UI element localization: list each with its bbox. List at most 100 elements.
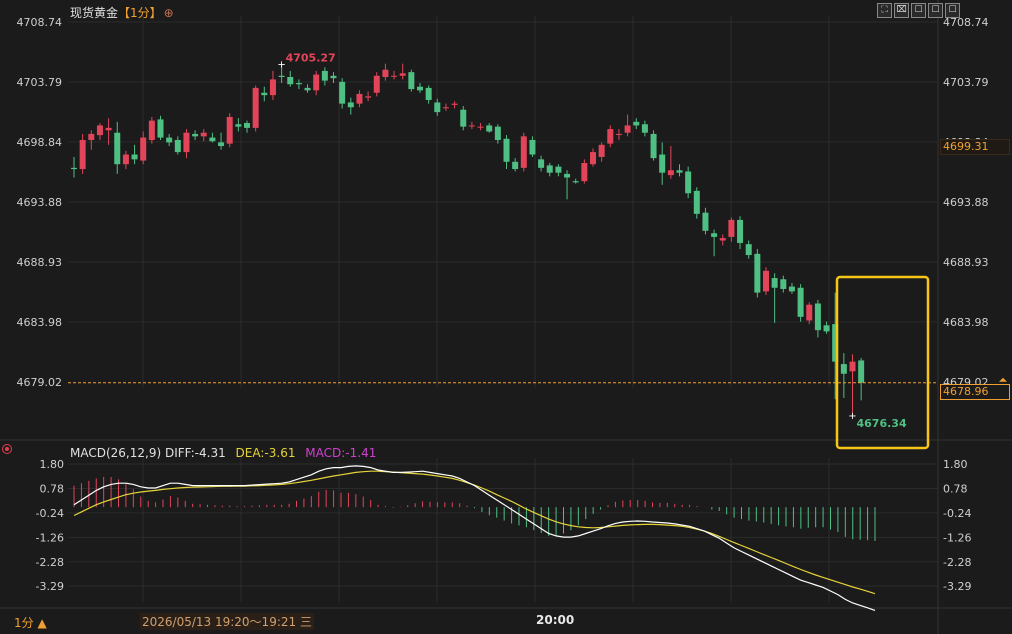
period-tag[interactable]: 【1分】: [118, 6, 162, 20]
candle-body: [425, 87, 432, 101]
candle-body: [287, 76, 294, 85]
candle-body: [218, 142, 225, 147]
period-selector[interactable]: 1分 ▲: [14, 614, 47, 631]
candle-body: [693, 190, 700, 214]
macd-axis-label-right: -3.29: [943, 580, 971, 593]
candle-body: [624, 125, 631, 133]
candle-body: [823, 325, 830, 332]
candle-body: [607, 129, 614, 144]
current-price-tag: 4699.31: [940, 139, 1010, 155]
candle-body: [157, 119, 164, 138]
candle-body: [460, 109, 467, 127]
candle-body: [71, 167, 77, 170]
candle-body: [771, 278, 778, 288]
macd-axis-label-right: 0.78: [943, 482, 968, 495]
candle-body: [512, 161, 519, 170]
candle-body: [96, 125, 103, 136]
restore-icon[interactable]: ☐: [928, 3, 943, 18]
time-axis-label: 20:00: [536, 613, 575, 627]
candle-body: [442, 107, 449, 109]
macd-select-radio-icon[interactable]: [2, 444, 12, 454]
candle-body: [797, 287, 804, 317]
candle-body: [417, 86, 423, 91]
window-icon[interactable]: ☐: [911, 3, 926, 18]
candle-body: [295, 83, 302, 85]
candle-body: [788, 286, 795, 292]
candle-body: [849, 361, 856, 372]
candle-body: [468, 125, 475, 127]
candle-body: [728, 219, 735, 237]
candle-body: [244, 123, 250, 128]
crosshair-icon[interactable]: ⌧: [894, 3, 909, 18]
candle-body: [304, 87, 311, 91]
dea-line: [73, 470, 876, 595]
add-indicator-icon[interactable]: ⊕: [164, 6, 174, 20]
macd-axis-label-right: -2.28: [943, 556, 971, 569]
dea-value: DEA:-3.61: [235, 446, 296, 460]
candle-body: [494, 126, 501, 140]
candle-body: [382, 69, 389, 77]
candle-body: [192, 133, 199, 137]
candle-body: [564, 173, 571, 178]
candle-body: [321, 70, 328, 81]
candle-body: [226, 116, 233, 144]
low-marker-plus: +: [848, 411, 856, 422]
macd-axis-label-left: -1.26: [36, 531, 64, 544]
candle-body: [555, 166, 562, 173]
price-axis-label-left: 4693.88: [17, 196, 63, 209]
macd-axis-label-right: -1.26: [943, 531, 971, 544]
price-axis-label-right: 4688.93: [943, 256, 989, 269]
candle-body: [114, 132, 121, 165]
macd-axis-label-left: 1.80: [40, 458, 65, 471]
candle-body: [261, 92, 268, 96]
last-price-arrow-icon: [999, 377, 1007, 382]
candle-body: [659, 154, 666, 173]
candle-body: [667, 170, 674, 176]
kline-chart: 4708.744708.744703.794703.794698.844698.…: [0, 0, 1012, 634]
fullscreen-icon[interactable]: ⛶: [877, 3, 892, 18]
candle-body: [711, 233, 718, 237]
instrument-name: 现货黄金: [70, 6, 119, 20]
candle-body: [356, 93, 363, 104]
candle-body: [166, 137, 173, 143]
candle-body: [598, 144, 605, 157]
close-icon[interactable]: ☐: [945, 3, 960, 18]
candle-body: [174, 139, 181, 153]
candle-body: [745, 244, 752, 256]
candle-body: [235, 124, 242, 127]
macd-axis-label-left: 0.78: [40, 482, 65, 495]
candle-body: [529, 139, 536, 155]
candle-body: [313, 74, 320, 91]
candle-body: [105, 127, 112, 131]
macd-axis-label-left: -2.28: [36, 556, 64, 569]
candle-body: [252, 87, 259, 128]
candle-body: [650, 133, 657, 159]
macd-header: MACD(26,12,9) DIFF:-4.31 DEA:-3.61 MACD:…: [70, 446, 376, 460]
price-axis-label-left: 4708.74: [17, 16, 63, 29]
last-price-tag: 4678.96: [940, 384, 1010, 400]
candle-body: [434, 102, 441, 113]
candle-body: [685, 171, 692, 194]
price-axis-label-left: 4679.02: [17, 376, 63, 389]
candle-body: [503, 138, 510, 162]
macd-title: MACD(26,12,9): [70, 446, 162, 460]
price-axis-label-left: 4698.84: [17, 136, 63, 149]
diff-value: DIFF:-4.31: [164, 446, 226, 460]
candle-body: [330, 75, 337, 79]
macd-axis-label-left: -0.24: [36, 507, 64, 520]
candle-body: [814, 303, 821, 331]
price-axis-label-right: 4683.98: [943, 316, 989, 329]
chart-toolbar: ⛶ ⌧ ☐ ☐ ☐: [877, 3, 960, 18]
candle-body: [408, 72, 415, 90]
candle-body: [702, 212, 709, 231]
candle-body: [278, 75, 285, 77]
high-marker-plus: +: [277, 60, 285, 71]
macd-value: MACD:-1.41: [305, 446, 377, 460]
chart-header: 现货黄金【1分】 ⊕: [70, 4, 174, 21]
candle-body: [590, 152, 596, 165]
candle-body: [477, 126, 484, 128]
candle-body: [763, 270, 769, 292]
candle-body: [633, 121, 640, 126]
candle-body: [806, 304, 813, 321]
candle-body: [840, 364, 847, 374]
